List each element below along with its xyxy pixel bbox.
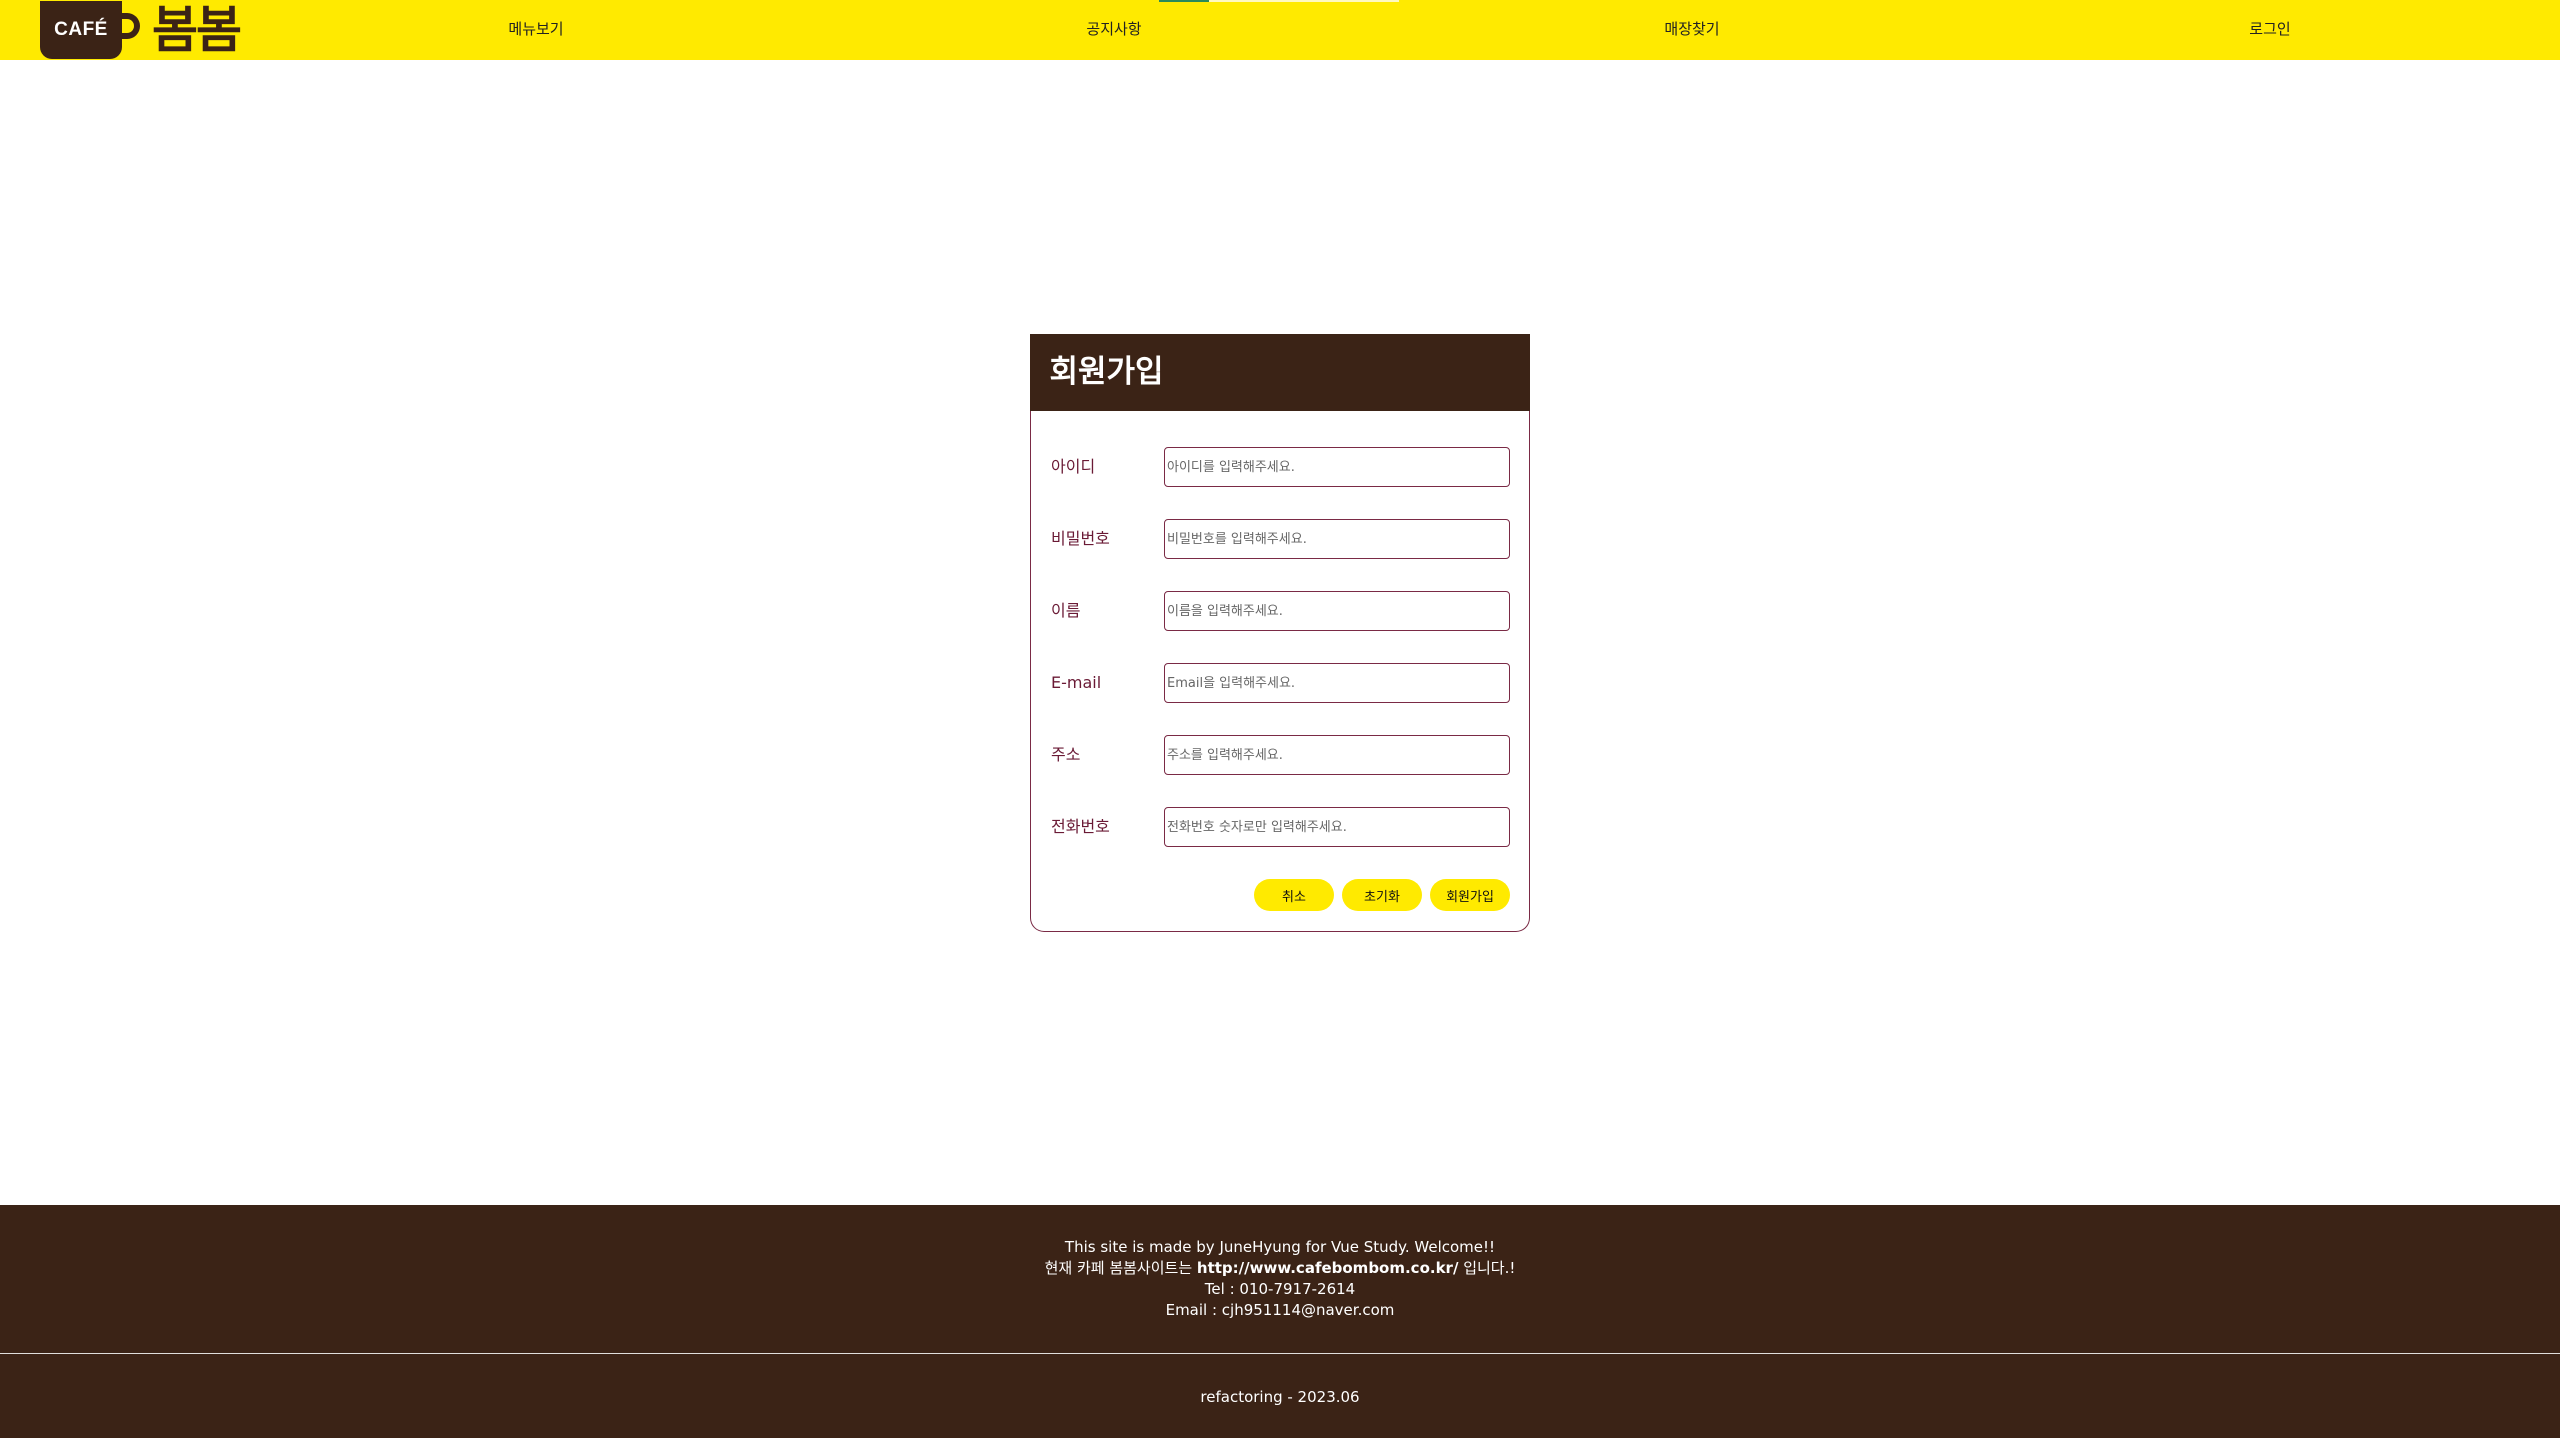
field-row-id: 아이디 <box>1031 447 1531 487</box>
footer-divider <box>0 1353 2560 1354</box>
name-input[interactable] <box>1164 591 1510 631</box>
field-label-phone: 전화번호 <box>1051 817 1110 836</box>
footer-site-link[interactable]: http://www.cafebombom.co.kr/ <box>1197 1259 1459 1277</box>
reset-button[interactable]: 초기화 <box>1342 879 1422 911</box>
field-label-name: 이름 <box>1051 601 1081 620</box>
top-header: CAFÉ 봄봄 메뉴보기 공지사항 매장찾기 로그인 <box>0 0 2560 60</box>
nav-notice[interactable]: 공지사항 <box>1086 0 1141 60</box>
nav-active-indicator <box>1159 0 1209 2</box>
field-label-email: E-mail <box>1051 673 1102 692</box>
field-label-password: 비밀번호 <box>1051 529 1110 548</box>
password-input[interactable] <box>1164 519 1510 559</box>
field-row-email: E-mail <box>1031 663 1531 703</box>
signup-form: 회원가입 아이디 비밀번호 이름 E-mail 주소 전화번호 취소 초기화 회… <box>1029 334 1531 932</box>
signup-title: 회원가입 <box>1049 354 1164 390</box>
footer-site-info: 현재 카페 봄봄사이트는 http://www.cafebombom.co.kr… <box>0 1258 2560 1279</box>
nav-login[interactable]: 로그인 <box>2249 0 2290 60</box>
field-row-name: 이름 <box>1031 591 1531 631</box>
field-row-phone: 전화번호 <box>1031 807 1531 847</box>
footer-email: Email : cjh951114@naver.com <box>1165 1301 1395 1319</box>
footer-site-suffix: 입니다.! <box>1458 1259 1516 1277</box>
main-nav: 메뉴보기 공지사항 매장찾기 로그인 <box>0 0 2560 60</box>
footer-site-prefix: 현재 카페 봄봄사이트는 <box>1044 1259 1197 1277</box>
address-input[interactable] <box>1164 735 1510 775</box>
cancel-button[interactable]: 취소 <box>1254 879 1334 911</box>
signup-submit-button[interactable]: 회원가입 <box>1430 879 1510 911</box>
field-label-id: 아이디 <box>1051 457 1096 476</box>
field-label-address: 주소 <box>1051 745 1081 764</box>
footer-tel: Tel : 010-7917-2614 <box>1204 1280 1356 1298</box>
field-row-password: 비밀번호 <box>1031 519 1531 559</box>
nav-menu[interactable]: 메뉴보기 <box>508 0 563 60</box>
email-input[interactable] <box>1164 663 1510 703</box>
signup-header: 회원가입 <box>1029 334 1530 411</box>
footer-copyright: refactoring - 2023.06 <box>1200 1388 1360 1406</box>
nav-store-finder[interactable]: 매장찾기 <box>1664 0 1719 60</box>
site-footer: This site is made by JuneHyung for Vue S… <box>0 1205 2560 1438</box>
footer-credit: This site is made by JuneHyung for Vue S… <box>1064 1238 1496 1256</box>
phone-input[interactable] <box>1164 807 1510 847</box>
nav-indicator-highlight <box>1209 0 1399 2</box>
id-input[interactable] <box>1164 447 1510 487</box>
field-row-address: 주소 <box>1031 735 1531 775</box>
